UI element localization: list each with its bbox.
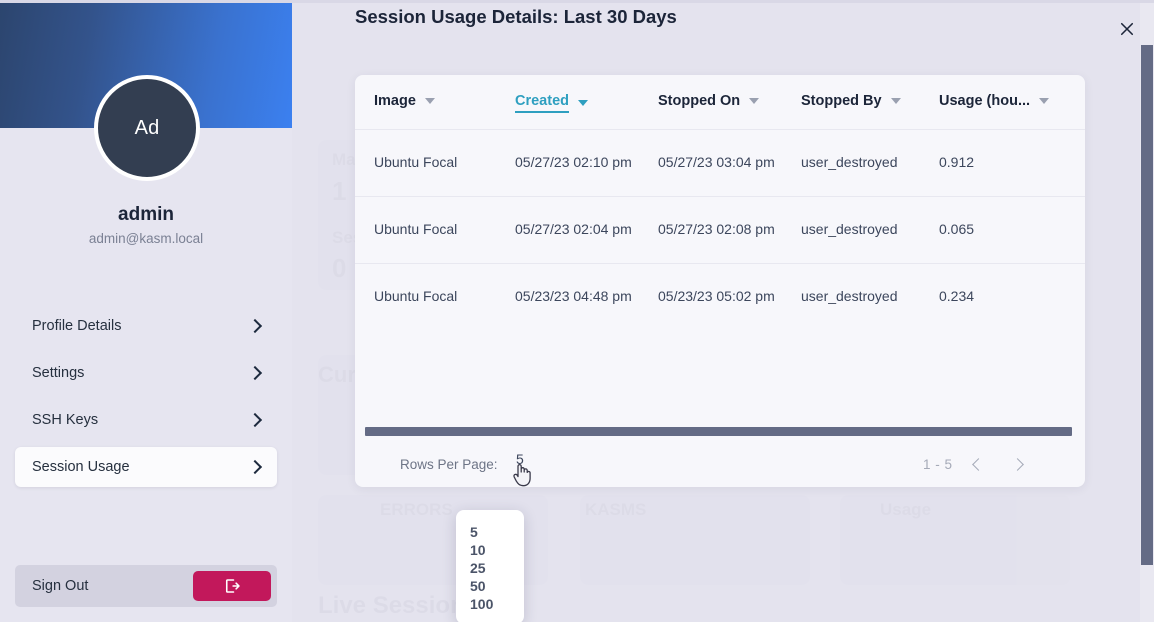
rows-per-page-option-25[interactable]: 25 — [456, 560, 524, 576]
close-button[interactable] — [1113, 15, 1141, 43]
cell-created: 05/23/23 04:48 pm — [515, 288, 632, 304]
table-row[interactable]: Ubuntu Focal 05/23/23 04:48 pm 05/23/23 … — [355, 263, 1085, 330]
table-row[interactable]: Ubuntu Focal 05/27/23 02:10 pm 05/27/23 … — [355, 129, 1085, 196]
logout-icon — [223, 577, 241, 595]
chevron-left-icon — [972, 458, 985, 471]
next-page-button[interactable] — [1007, 453, 1031, 477]
table-header-row: Image Created Stopped On Stopped By Usag… — [355, 75, 1085, 129]
sidebar-item-label: Settings — [32, 365, 250, 381]
chevron-down-icon — [749, 98, 759, 104]
column-header-label: Stopped By — [801, 93, 882, 109]
page-range-label: 1 - 5 — [923, 457, 953, 472]
sidebar-nav: Profile Details Settings SSH Keys Sessio… — [0, 306, 292, 494]
chevron-right-icon — [248, 413, 262, 427]
chevron-right-icon — [1011, 458, 1024, 471]
cell-image: Ubuntu Focal — [374, 288, 457, 304]
cell-stopped-by: user_destroyed — [801, 221, 898, 237]
cell-stopped-on: 05/23/23 05:02 pm — [658, 288, 775, 304]
sidebar-item-session-usage[interactable]: Session Usage — [15, 447, 277, 487]
chevron-right-icon — [248, 319, 262, 333]
rows-per-page-option-5[interactable]: 5 — [456, 524, 524, 540]
sidebar-item-ssh-keys[interactable]: SSH Keys — [15, 400, 277, 440]
rows-per-page-select[interactable]: 5 — [516, 451, 524, 467]
cell-stopped-by: user_destroyed — [801, 288, 898, 304]
cell-image: Ubuntu Focal — [374, 221, 457, 237]
sidebar-item-label: SSH Keys — [32, 412, 250, 428]
rows-per-page-dropdown-menu[interactable]: 5 10 25 50 100 — [456, 510, 524, 622]
column-header-label: Created — [515, 93, 569, 113]
table-footer: Rows Per Page: 5 1 - 5 — [355, 442, 1085, 487]
cell-usage: 0.234 — [939, 288, 974, 304]
chevron-down-icon — [1039, 98, 1049, 104]
table-row[interactable]: Ubuntu Focal 05/27/23 02:04 pm 05/27/23 … — [355, 196, 1085, 263]
window-top-edge — [0, 0, 1154, 3]
cell-stopped-on: 05/27/23 03:04 pm — [658, 154, 775, 170]
column-header-stopped-by[interactable]: Stopped By — [801, 93, 901, 109]
signout-label: Sign Out — [32, 578, 193, 594]
column-header-created[interactable]: Created — [515, 93, 588, 113]
cell-stopped-by: user_destroyed — [801, 154, 898, 170]
cell-usage: 0.065 — [939, 221, 974, 237]
cell-created: 05/27/23 02:10 pm — [515, 154, 632, 170]
rows-per-page-option-100[interactable]: 100 — [456, 596, 524, 612]
sidebar-item-label: Profile Details — [32, 318, 250, 334]
chevron-down-icon — [891, 98, 901, 104]
cell-usage: 0.912 — [939, 154, 974, 170]
column-header-label: Image — [374, 93, 416, 109]
previous-page-button[interactable] — [965, 453, 989, 477]
close-icon — [1118, 20, 1136, 38]
chevron-down-icon — [578, 100, 588, 106]
sidebar-item-profile-details[interactable]: Profile Details — [15, 306, 277, 346]
cell-stopped-on: 05/27/23 02:08 pm — [658, 221, 775, 237]
table-horizontal-scrollbar[interactable] — [355, 422, 1085, 442]
avatar: Ad — [94, 75, 200, 181]
rows-per-page-label: Rows Per Page: — [400, 457, 498, 472]
table-body: Ubuntu Focal 05/27/23 02:10 pm 05/27/23 … — [355, 129, 1085, 330]
page-title: Session Usage Details: Last 30 Days — [355, 6, 677, 28]
column-header-stopped-on[interactable]: Stopped On — [658, 93, 759, 109]
cell-image: Ubuntu Focal — [374, 154, 457, 170]
user-sidebar: Ad admin admin@kasm.local Profile Detail… — [0, 0, 292, 622]
cell-created: 05/27/23 02:04 pm — [515, 221, 632, 237]
column-header-label: Stopped On — [658, 93, 740, 109]
column-header-label: Usage (hou... — [939, 93, 1030, 109]
avatar-initials: Ad — [135, 117, 160, 140]
sign-out-button[interactable] — [193, 571, 271, 601]
session-usage-table-card: Image Created Stopped On Stopped By Usag… — [355, 75, 1085, 487]
app-root: Max 1 Sessi 0 Curr ERRORS KASMS Usage Li… — [0, 0, 1154, 622]
user-email: admin@kasm.local — [0, 231, 292, 246]
sidebar-item-settings[interactable]: Settings — [15, 353, 277, 393]
chevron-down-icon — [425, 98, 435, 104]
column-header-image[interactable]: Image — [374, 93, 435, 109]
rows-per-page-option-10[interactable]: 10 — [456, 542, 524, 558]
table-horizontal-scrollbar-thumb[interactable] — [365, 427, 1072, 436]
chevron-right-icon — [248, 460, 262, 474]
rows-per-page-option-50[interactable]: 50 — [456, 578, 524, 594]
chevron-right-icon — [248, 366, 262, 380]
sidebar-item-label: Session Usage — [32, 459, 250, 475]
user-name: admin — [0, 204, 292, 226]
column-header-usage-hours[interactable]: Usage (hou... — [939, 93, 1049, 109]
signout-row: Sign Out — [15, 565, 277, 607]
window-vertical-scrollbar-thumb[interactable] — [1141, 45, 1153, 565]
